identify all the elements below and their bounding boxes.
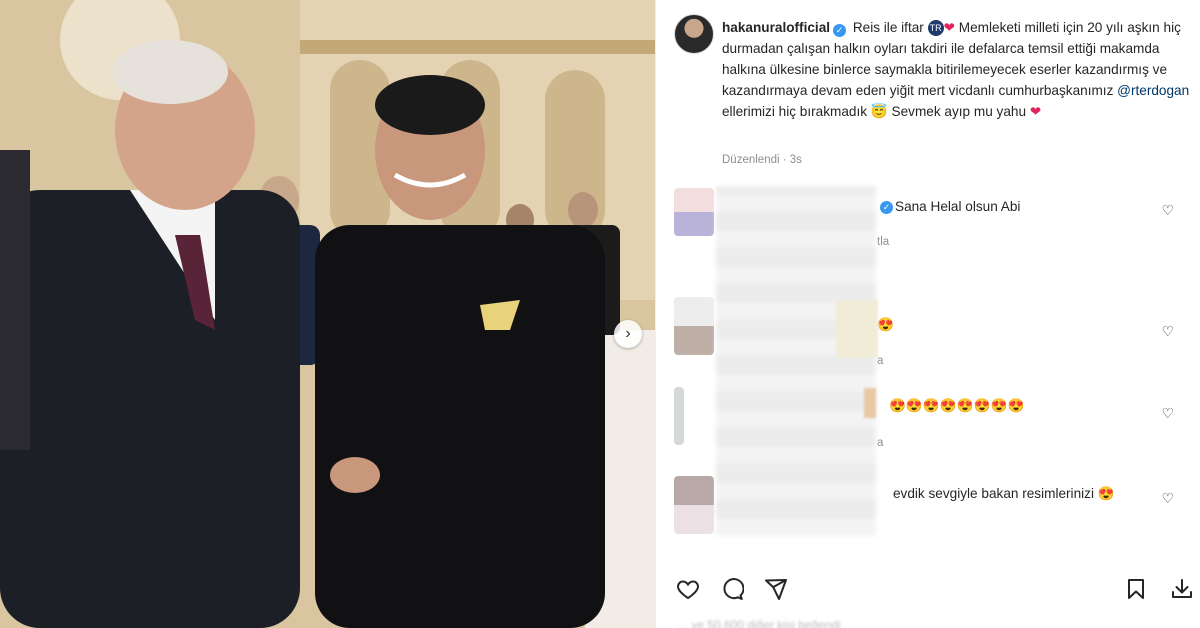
- comment-icon[interactable]: [718, 575, 746, 603]
- comment-like-heart-icon[interactable]: ♡: [1161, 323, 1174, 340]
- blurred-square: [864, 388, 876, 418]
- comment-avatar[interactable]: [674, 297, 714, 355]
- mention-link[interactable]: @rterdogan: [1117, 83, 1189, 98]
- verified-badge-icon: ✓: [833, 24, 847, 37]
- comment-meta: tla: [877, 236, 890, 248]
- blurred-usernames: [716, 186, 876, 536]
- download-icon[interactable]: [1168, 575, 1196, 603]
- comment-text: 😍: [877, 317, 894, 332]
- verified-badge-icon: ✓: [880, 201, 893, 214]
- action-bar: [674, 575, 1192, 605]
- comment-like-heart-icon[interactable]: ♡: [1161, 405, 1174, 422]
- post-photo: ›: [0, 0, 655, 628]
- turkey-flag-icon: TR: [927, 20, 944, 36]
- caption-part3: ellerimizi hiç bırakmadık: [722, 104, 868, 119]
- caption-text: hakanuralofficial ✓ Reis ile iftar TR ❤ Me…: [722, 17, 1192, 122]
- blurred-square: [836, 300, 878, 358]
- comment-like-heart-icon[interactable]: ♡: [1161, 490, 1174, 507]
- comment-text: 😍😍😍😍😍😍😍😍: [889, 398, 1025, 413]
- comment-avatar[interactable]: [674, 188, 714, 236]
- caption-part4: Sevmek ayıp mu yahu: [891, 104, 1027, 119]
- comment-text: Sana Helal olsun Abi: [895, 199, 1021, 214]
- caption-part1: Reis ile iftar: [852, 20, 924, 35]
- comment-text: evdik sevgiyle bakan resimlerinizi 😍: [893, 486, 1115, 501]
- relieved-emoji-icon: 😇: [870, 104, 888, 119]
- carousel-next-button[interactable]: ›: [614, 320, 642, 348]
- send-icon[interactable]: [762, 575, 790, 603]
- username-link[interactable]: hakanuralofficial: [722, 20, 830, 35]
- edited-timestamp: Düzenlendi · 3s: [722, 154, 802, 166]
- avatar[interactable]: [674, 14, 714, 54]
- heart-emoji-icon: ❤: [943, 20, 955, 35]
- likes-count[interactable]: … ve 50.600 diğer kişi beğendi: [676, 618, 841, 628]
- photo-scene: [0, 0, 655, 628]
- heart-emoji-icon: ❤: [1029, 104, 1042, 119]
- bookmark-icon[interactable]: [1122, 575, 1150, 603]
- heart-icon[interactable]: [674, 575, 702, 603]
- comment-avatar[interactable]: [674, 476, 714, 534]
- comment-avatar[interactable]: [674, 387, 684, 445]
- comment-like-heart-icon[interactable]: ♡: [1161, 202, 1174, 219]
- comment-meta: a: [877, 437, 884, 449]
